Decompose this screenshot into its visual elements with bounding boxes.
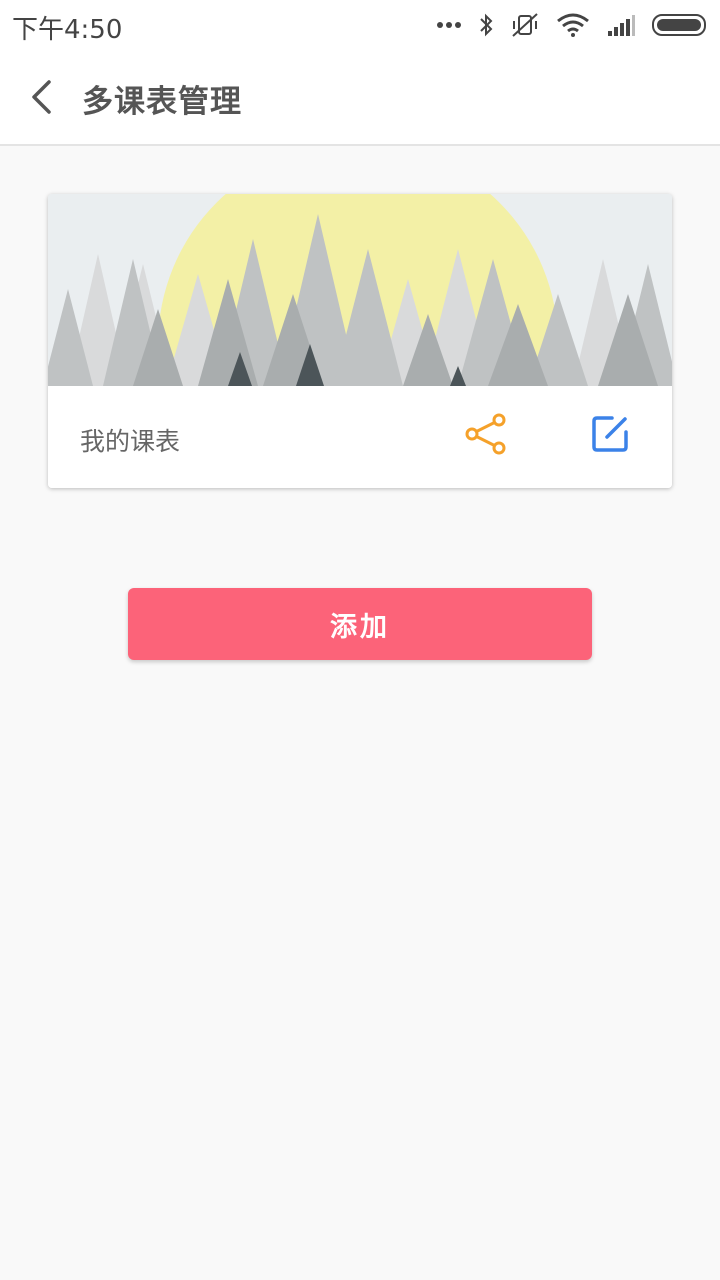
status-bar: 下午4:50 (0, 0, 720, 50)
wifi-icon (557, 13, 589, 37)
chevron-left-icon (32, 80, 51, 114)
bluetooth-icon (480, 13, 493, 37)
vibrate-off-icon (512, 13, 538, 37)
edit-button[interactable] (582, 406, 638, 462)
schedule-banner (48, 194, 672, 488)
back-button[interactable] (18, 72, 66, 122)
app-bar: 多课表管理 (0, 50, 720, 146)
add-button[interactable]: 添加 (128, 588, 592, 660)
share-icon (465, 413, 506, 455)
more-dots-icon (437, 22, 461, 28)
status-time: 下午4:50 (12, 15, 123, 45)
page-title: 多课表管理 (82, 84, 242, 120)
edit-icon (592, 416, 628, 452)
status-icons (436, 8, 708, 42)
share-button[interactable] (458, 406, 514, 462)
battery-icon (652, 14, 706, 36)
forest-illustration (48, 194, 672, 488)
schedule-name: 我的课表 (80, 427, 181, 456)
schedule-card-footer: 我的课表 (48, 386, 672, 488)
signal-icon (608, 15, 635, 36)
schedule-card[interactable]: 我的课表 (48, 194, 672, 488)
